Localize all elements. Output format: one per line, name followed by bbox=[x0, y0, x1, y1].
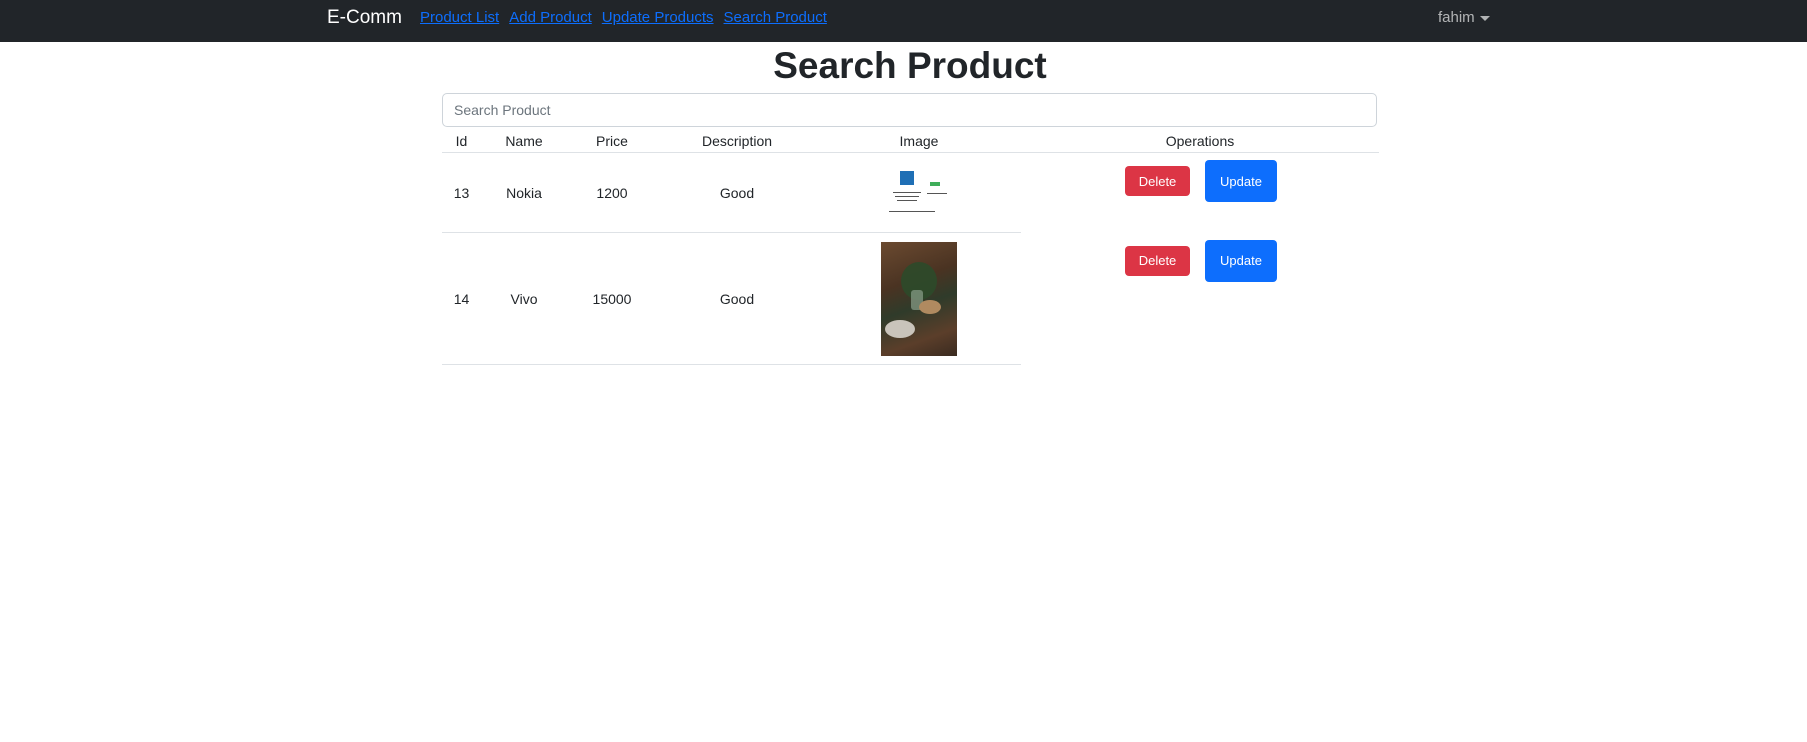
nav-link-update-products[interactable]: Update Products bbox=[602, 9, 714, 27]
cell-description: Good bbox=[657, 152, 817, 233]
cell-operations: Delete Update bbox=[1021, 153, 1379, 233]
nav-link-add-product[interactable]: Add Product bbox=[509, 9, 592, 27]
product-image-thumbnail bbox=[881, 241, 957, 356]
cell-price: 15000 bbox=[567, 232, 657, 365]
table-row: 13 Nokia 1200 Good Delete Update bbox=[442, 152, 1379, 233]
header-price: Price bbox=[567, 129, 657, 153]
header-name: Name bbox=[481, 129, 567, 153]
cell-name: Nokia bbox=[481, 152, 567, 233]
navbar: E-Comm Product List Add Product Update P… bbox=[0, 0, 1807, 42]
header-description: Description bbox=[657, 129, 817, 153]
cell-id: 13 bbox=[442, 152, 481, 233]
header-operations: Operations bbox=[1021, 129, 1379, 153]
brand-logo[interactable]: E-Comm bbox=[327, 6, 402, 30]
table-header-row: Id Name Price Description Image Operatio… bbox=[442, 129, 1379, 153]
cell-image bbox=[817, 152, 1021, 233]
nav-link-product-list[interactable]: Product List bbox=[420, 9, 499, 27]
nav-link-search-product[interactable]: Search Product bbox=[724, 9, 827, 27]
user-dropdown[interactable]: fahim bbox=[1438, 9, 1490, 27]
cell-id: 14 bbox=[442, 232, 481, 365]
user-name: fahim bbox=[1438, 9, 1475, 26]
update-button[interactable]: Update bbox=[1205, 160, 1277, 202]
product-image-thumbnail bbox=[887, 168, 951, 217]
update-button[interactable]: Update bbox=[1205, 239, 1277, 282]
cell-operations: Delete Update bbox=[1021, 233, 1379, 365]
cell-description: Good bbox=[657, 232, 817, 365]
delete-button[interactable]: Delete bbox=[1125, 166, 1190, 196]
delete-button[interactable]: Delete bbox=[1125, 245, 1190, 276]
header-id: Id bbox=[442, 129, 481, 153]
caret-down-icon bbox=[1479, 15, 1490, 21]
header-image: Image bbox=[817, 129, 1021, 153]
cell-image bbox=[817, 232, 1021, 365]
search-input[interactable] bbox=[442, 93, 1377, 127]
product-table: Id Name Price Description Image Operatio… bbox=[442, 129, 1379, 365]
product-table-wrapper: Id Name Price Description Image Operatio… bbox=[442, 129, 1379, 365]
nav-links: Product List Add Product Update Products… bbox=[420, 9, 827, 27]
cell-name: Vivo bbox=[481, 232, 567, 365]
cell-price: 1200 bbox=[567, 152, 657, 233]
table-row: 14 Vivo 15000 Good Delete Update bbox=[442, 232, 1379, 365]
page-title: Search Product bbox=[773, 45, 1047, 86]
